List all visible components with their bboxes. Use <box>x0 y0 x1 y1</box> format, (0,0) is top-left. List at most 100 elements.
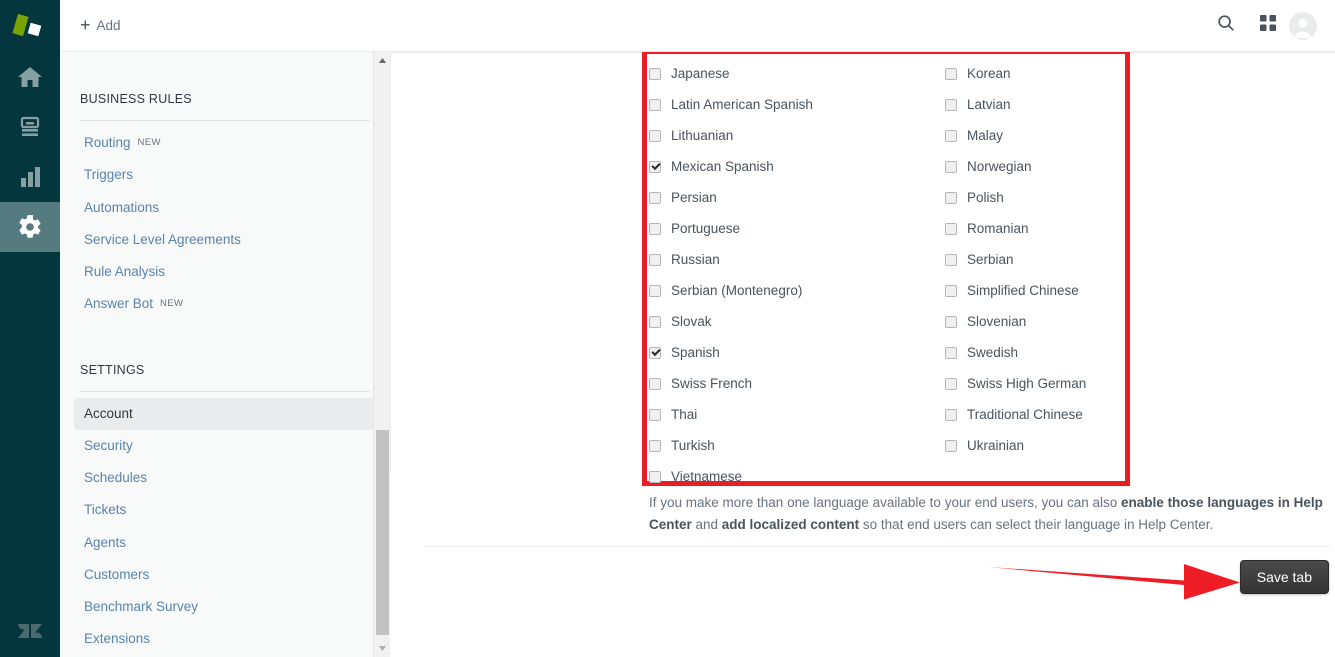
language-option-serbian[interactable]: Serbian <box>945 244 1127 275</box>
zendesk-logo[interactable] <box>0 0 60 52</box>
language-checkbox[interactable] <box>649 67 661 80</box>
scroll-up-arrow-icon[interactable] <box>374 52 390 69</box>
language-label: Swedish <box>967 345 1019 360</box>
rail-footer-logo <box>0 616 60 649</box>
sidebar-item-customers[interactable]: Customers <box>74 559 376 591</box>
language-checkbox[interactable] <box>945 160 957 173</box>
language-option-latin-american-spanish[interactable]: Latin American Spanish <box>649 89 888 120</box>
language-option-ukrainian[interactable]: Ukrainian <box>945 430 1127 461</box>
language-option-latvian[interactable]: Latvian <box>945 89 1127 120</box>
language-checkbox[interactable] <box>649 98 661 111</box>
language-option-russian[interactable]: Russian <box>649 244 888 275</box>
language-checkbox[interactable] <box>945 129 957 142</box>
language-option-romanian[interactable]: Romanian <box>945 213 1127 244</box>
language-checkbox[interactable] <box>945 191 957 204</box>
language-checkbox[interactable] <box>945 284 957 297</box>
language-option-traditional-chinese[interactable]: Traditional Chinese <box>945 399 1127 430</box>
sidebar-item-tickets[interactable]: Tickets <box>74 494 376 526</box>
language-option-polish[interactable]: Polish <box>945 182 1127 213</box>
language-label: Serbian <box>967 252 1014 267</box>
language-label: Portuguese <box>671 221 741 236</box>
sidebar-item-schedules[interactable]: Schedules <box>74 462 376 494</box>
search-button[interactable] <box>1205 5 1247 47</box>
panel-left-border <box>390 52 391 472</box>
language-checkbox[interactable] <box>945 377 957 390</box>
left-icon-rail <box>0 0 60 657</box>
language-checkbox[interactable] <box>945 67 957 80</box>
add-button[interactable]: + Add <box>80 16 121 34</box>
save-tab-button[interactable]: Save tab <box>1239 560 1329 594</box>
sidebar-item-agents[interactable]: Agents <box>74 527 376 559</box>
language-option-lithuanian[interactable]: Lithuanian <box>649 120 888 151</box>
sidebar-item-service-level-agreements[interactable]: Service Level Agreements <box>74 224 376 256</box>
language-checkbox[interactable] <box>945 408 957 421</box>
rail-item-home[interactable] <box>0 52 60 102</box>
sidebar-item-benchmark-survey[interactable]: Benchmark Survey <box>74 591 376 623</box>
home-icon <box>17 65 43 89</box>
add-button-label: Add <box>96 18 121 33</box>
zendesk-z-logo <box>16 616 44 649</box>
avatar[interactable] <box>1289 11 1317 40</box>
settings-gear-icon <box>17 214 43 240</box>
language-label: Traditional Chinese <box>967 407 1083 422</box>
language-checkbox[interactable] <box>945 439 957 452</box>
sidebar-item-label: Answer Bot <box>84 296 154 312</box>
language-checkbox[interactable] <box>649 439 661 452</box>
language-option-serbian-montenegro[interactable]: Serbian (Montenegro) <box>649 275 888 306</box>
language-option-portuguese[interactable]: Portuguese <box>649 213 888 244</box>
language-option-slovenian[interactable]: Slovenian <box>945 306 1127 337</box>
sidebar-item-account[interactable]: Account <box>74 397 376 430</box>
language-checkbox[interactable] <box>945 253 957 266</box>
help-note-link-add-localized-content[interactable]: add localized content <box>722 517 859 532</box>
language-checkbox[interactable] <box>649 191 661 204</box>
language-option-simplified-chinese[interactable]: Simplified Chinese <box>945 275 1127 306</box>
sidebar-scrollbar[interactable] <box>373 52 390 657</box>
language-checkbox[interactable] <box>945 315 957 328</box>
sidebar-item-triggers[interactable]: Triggers <box>74 159 376 191</box>
sidebar-item-extensions[interactable]: Extensions <box>74 623 376 655</box>
language-option-spanish[interactable]: Spanish <box>649 337 888 368</box>
language-checkbox[interactable] <box>649 253 661 266</box>
language-option-vietnamese[interactable]: Vietnamese <box>649 461 888 492</box>
rail-item-reporting[interactable] <box>0 152 60 202</box>
language-option-persian[interactable]: Persian <box>649 182 888 213</box>
language-option-swiss-french[interactable]: Swiss French <box>649 368 888 399</box>
sidebar-item-automations[interactable]: Automations <box>74 192 376 224</box>
language-option-swedish[interactable]: Swedish <box>945 337 1127 368</box>
language-checkbox[interactable] <box>945 98 957 111</box>
language-option-turkish[interactable]: Turkish <box>649 430 888 461</box>
language-option-thai[interactable]: Thai <box>649 399 888 430</box>
rail-item-settings[interactable] <box>0 202 60 252</box>
language-checkbox[interactable] <box>649 377 661 390</box>
products-button[interactable] <box>1247 5 1289 47</box>
language-checkbox[interactable] <box>649 160 661 173</box>
language-checkbox[interactable] <box>945 222 957 235</box>
language-option-korean[interactable]: Korean <box>945 58 1127 89</box>
language-label: Vietnamese <box>671 469 743 484</box>
sidebar-item-answer-bot[interactable]: Answer Bot NEW <box>74 288 376 320</box>
language-checkbox[interactable] <box>649 284 661 297</box>
language-checkbox[interactable] <box>945 346 957 359</box>
sidebar-item-security[interactable]: Security <box>74 430 376 462</box>
language-checkbox[interactable] <box>649 129 661 142</box>
language-option-norwegian[interactable]: Norwegian <box>945 151 1127 182</box>
language-label: Malay <box>967 128 1004 143</box>
logo-white-shape <box>27 22 42 37</box>
language-label: Japanese <box>671 66 730 81</box>
language-option-mexican-spanish[interactable]: Mexican Spanish <box>649 151 888 182</box>
language-checkbox[interactable] <box>649 470 661 483</box>
sidebar-section-title-business-rules: BUSINESS RULES <box>80 92 192 106</box>
language-checkbox[interactable] <box>649 408 661 421</box>
language-option-swiss-high-german[interactable]: Swiss High German <box>945 368 1127 399</box>
language-option-malay[interactable]: Malay <box>945 120 1127 151</box>
language-option-slovak[interactable]: Slovak <box>649 306 888 337</box>
scrollbar-thumb[interactable] <box>376 430 389 635</box>
scroll-down-arrow-icon[interactable] <box>374 640 390 657</box>
language-checkbox[interactable] <box>649 222 661 235</box>
sidebar-item-rule-analysis[interactable]: Rule Analysis <box>74 256 376 288</box>
language-checkbox[interactable] <box>649 346 661 359</box>
language-option-japanese[interactable]: Japanese <box>649 58 888 89</box>
sidebar-item-routing[interactable]: Routing NEW <box>74 127 376 159</box>
language-checkbox[interactable] <box>649 315 661 328</box>
rail-item-knowledge-base[interactable] <box>0 102 60 152</box>
